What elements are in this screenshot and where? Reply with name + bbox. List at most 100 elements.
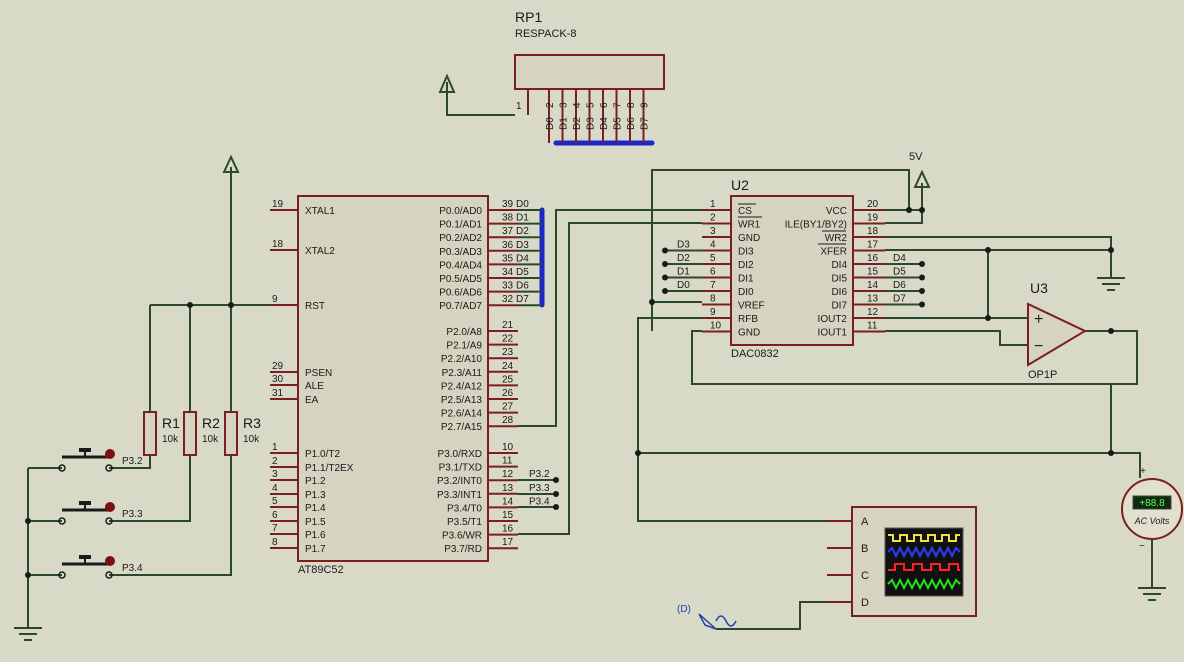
junction	[25, 572, 31, 578]
junction	[187, 302, 193, 308]
junction	[635, 450, 641, 456]
dac-pin-number: 10	[710, 321, 722, 332]
resistor-r3[interactable]: R310k	[224, 411, 261, 456]
mcu-pin-name: P0.2/AD2	[439, 233, 482, 244]
resistor-body	[183, 411, 197, 456]
mcu-pin-number: 21	[502, 320, 514, 331]
dac-net-label: D2	[677, 253, 690, 264]
mcu-net-label: D4	[516, 253, 529, 264]
ile-wire	[885, 210, 923, 224]
mcu-pin-name: RST	[305, 301, 325, 312]
dac-pin-number: 20	[867, 199, 879, 210]
rp1-ref: RP1	[515, 9, 542, 25]
op-amp-part: OP1P	[1028, 369, 1057, 381]
resistor-ref: R2	[202, 415, 220, 431]
scope-channel-label: A	[861, 516, 869, 528]
mcu-pin-name: P0.5/AD5	[439, 274, 482, 285]
dac-pin-name: RFB	[738, 314, 758, 325]
dac-pin-name: WR1	[738, 220, 761, 231]
ac-voltmeter[interactable]: +88.8 AC Volts + −	[1121, 466, 1183, 552]
mcu-pin-number: 18	[272, 239, 284, 250]
mcu-pin-name: P1.1/T2EX	[305, 463, 354, 474]
net-terminal	[919, 261, 925, 267]
mcu-pin-name: P0.1/AD1	[439, 220, 482, 231]
mcu-pin-name: P1.3	[305, 490, 326, 501]
mcu-pin-name: P2.1/A9	[446, 341, 482, 352]
dac-net-label: D1	[677, 267, 690, 278]
rp1-pin-label: D2	[572, 117, 583, 130]
rp1-pin-label: D5	[613, 117, 624, 130]
button-cap	[79, 555, 91, 559]
rp1-pin-label: D0	[545, 117, 556, 130]
microcontroller[interactable]: AT89C52 19XTAL118XTAL29RST29PSEN30ALE31E…	[270, 195, 550, 576]
mcu-pin-number: 25	[502, 374, 514, 385]
signal-generator[interactable]: (D)	[677, 604, 737, 630]
junction	[553, 477, 559, 483]
rp1-pin-number: 9	[640, 102, 651, 108]
net-terminal	[919, 274, 925, 281]
mcu-pin-number: 39	[502, 199, 514, 210]
mcu-net-label: D1	[516, 213, 529, 224]
mcu-pin-name: P1.2	[305, 476, 326, 487]
button-indicator-icon	[105, 502, 115, 512]
dac-chip[interactable]: U2 DAC0832 1 CS 2 WR1 3 GND 4 DI3 D3 5 DI2 D2 6 DI1 D1…	[662, 177, 925, 360]
oscilloscope[interactable]: A B C D	[827, 506, 977, 617]
net-terminal	[662, 247, 668, 254]
resistor-body	[224, 411, 238, 456]
resistors: R110kR210kR310k	[143, 411, 261, 456]
dac-pin-number: 9	[710, 307, 716, 318]
net-terminal	[662, 261, 668, 267]
net-terminal	[662, 274, 668, 281]
resistor-pack[interactable]: RP1 RESPACK-8 1 2 D0 3 D1 4 D2 5 D3 6 D4 7 D5 8 D6 9 D7	[514, 9, 665, 143]
voltmeter-reading: +88.8	[1139, 498, 1165, 509]
op-amp[interactable]: U3 OP1P + −	[1027, 280, 1088, 381]
mcu-pin-name: P3.4/T0	[447, 503, 482, 514]
mcu-pin-number: 2	[272, 456, 278, 467]
resistor-r1[interactable]: R110k	[143, 411, 180, 456]
mcu-net-label: P3.4	[529, 496, 550, 507]
junction	[985, 315, 991, 321]
button-label: P3.3	[122, 509, 143, 520]
dac-pin-name: DI2	[738, 260, 754, 271]
generator-wire	[716, 601, 852, 630]
dac-pin-number: 16	[867, 253, 879, 264]
mcu-net-label: D5	[516, 267, 529, 278]
mcu-pin-name: P1.4	[305, 503, 326, 514]
rp1-pin-label: D7	[640, 117, 651, 130]
mcu-pin-number: 30	[272, 374, 284, 385]
mcu-pin-name: P2.5/A13	[441, 395, 483, 406]
schematic-canvas: RP1 RESPACK-8 1 2D03D14D25D36D47D58D69D7…	[14, 9, 1183, 641]
dac-pin-name: DI4	[831, 260, 847, 271]
mcu-net-label: D0	[516, 199, 529, 210]
dac-pin-number: 3	[710, 226, 716, 237]
button-indicator-icon	[105, 449, 115, 459]
resistor-body	[143, 411, 157, 456]
op-amp-plus: +	[1034, 311, 1043, 328]
junction	[1108, 328, 1114, 334]
rp1-pin-number: 2	[545, 102, 556, 108]
resistor-r2[interactable]: R210k	[183, 411, 220, 456]
mcu-pin-number: 16	[502, 524, 514, 535]
mcu-pin-name: P1.5	[305, 517, 326, 528]
mcu-net-label: D7	[516, 294, 529, 305]
mcu-pin-number: 10	[502, 442, 514, 453]
mcu-net-label: D3	[516, 240, 529, 251]
junction	[25, 518, 31, 524]
mcu-pin-number: 28	[502, 415, 514, 426]
dac-pin-number: 19	[867, 213, 879, 224]
meter-plus-wire	[1110, 384, 1141, 478]
mcu-pin-name: P2.4/A12	[441, 381, 483, 392]
rp1-pin-number: 6	[599, 102, 610, 108]
rp1-pin-number: 3	[559, 102, 570, 108]
mcu-pin-name: P1.7	[305, 544, 326, 555]
iout1-wire	[885, 330, 1028, 346]
ground-icon	[1138, 587, 1166, 601]
ground-icon	[14, 627, 42, 641]
microcontroller-part: AT89C52	[298, 564, 344, 576]
scope-channel-label: D	[861, 597, 869, 609]
dac-pin-name: DI6	[831, 287, 847, 298]
mcu-pin-number: 17	[502, 537, 514, 548]
scope-channel-label: C	[861, 570, 869, 582]
dac-pin-name: IOUT2	[818, 314, 848, 325]
mcu-pin-name: EA	[305, 395, 319, 406]
